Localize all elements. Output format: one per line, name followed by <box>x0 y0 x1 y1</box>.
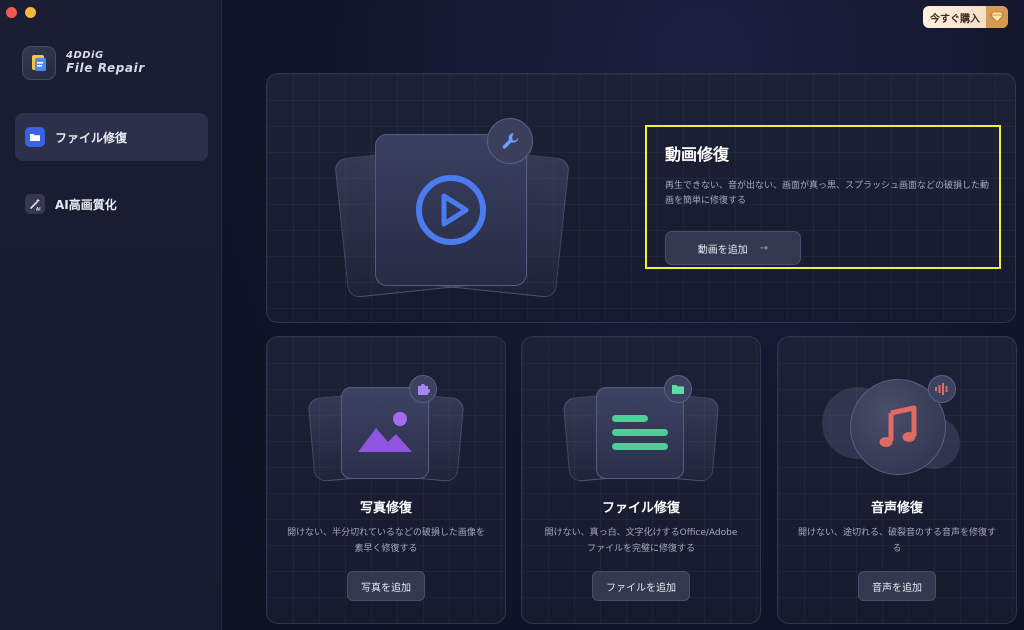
add-audio-button[interactable]: 音声を追加 <box>858 571 936 601</box>
music-note-icon <box>879 405 917 447</box>
sidebar-item-label: ファイル修復 <box>55 130 128 145</box>
photo-repair-illustration <box>307 373 465 483</box>
magic-wand-icon: AI <box>25 194 45 214</box>
folder-icon <box>25 127 45 147</box>
photo-repair-title: 写真修復 <box>359 501 412 516</box>
audio-repair-card: 音声修復 開けない、途切れる、破裂音のする音声を修復する 音声を追加 <box>777 336 1017 624</box>
photo-repair-description: 開けない、半分切れているなどの破損した画像を素早く修復する <box>287 528 485 554</box>
main-content: 今すぐ購入 動画修復 再生できない、音が出ない、画面が真っ黒、スプラッシュ画面な… <box>222 0 1024 630</box>
buy-now-label: 今すぐ購入 <box>930 13 980 25</box>
file-repair-title: ファイル修復 <box>601 501 680 516</box>
app-brand: 4DDiG File Repair <box>22 46 145 80</box>
svg-text:AI: AI <box>36 207 41 212</box>
audio-repair-illustration <box>822 373 972 483</box>
add-photo-button[interactable]: 写真を追加 <box>347 571 425 601</box>
diamond-icon <box>986 6 1008 28</box>
video-repair-card: 動画修復 再生できない、音が出ない、画面が真っ黒、スプラッシュ画面などの破損した… <box>266 73 1016 323</box>
sidebar-item-file-repair[interactable]: ファイル修復 <box>15 113 208 161</box>
folder-icon <box>664 375 692 403</box>
app-logo-icon <box>22 46 56 80</box>
app-window: 4DDiG File Repair ファイル修復 AI AI高画質化 今すぐ購入… <box>0 0 1024 630</box>
sidebar: 4DDiG File Repair ファイル修復 AI AI高画質化 <box>0 0 222 630</box>
product-name: File Repair <box>66 60 145 75</box>
document-icon <box>612 415 668 450</box>
sidebar-item-ai-enhance[interactable]: AI AI高画質化 <box>15 180 208 228</box>
close-window-button[interactable] <box>6 7 17 18</box>
play-icon <box>416 175 486 245</box>
audio-repair-title: 音声修復 <box>870 501 923 516</box>
photo-repair-card: 写真修復 開けない、半分切れているなどの破損した画像を素早く修復する 写真を追加 <box>266 336 506 624</box>
add-video-button[interactable]: 動画を追加 → <box>665 231 801 265</box>
file-repair-illustration <box>562 373 720 483</box>
minimize-window-button[interactable] <box>25 7 36 18</box>
sidebar-item-label: AI高画質化 <box>55 197 117 212</box>
wrench-icon <box>487 118 533 164</box>
buy-now-button[interactable]: 今すぐ購入 <box>923 6 1008 28</box>
window-controls <box>6 7 36 18</box>
file-repair-card: ファイル修復 開けない、真っ白、文字化けするOffice/Adobeファイルを完… <box>521 336 761 624</box>
image-icon <box>358 412 412 452</box>
add-file-button[interactable]: ファイルを追加 <box>592 571 690 601</box>
video-repair-description: 再生できない、音が出ない、画面が真っ黒、スプラッシュ画面などの破損した動画を簡単… <box>665 181 990 206</box>
file-repair-description: 開けない、真っ白、文字化けするOffice/Adobeファイルを完璧に修復する <box>544 528 738 554</box>
audio-wave-icon <box>928 375 956 403</box>
video-repair-title: 動画修復 <box>665 145 730 164</box>
video-repair-illustration <box>334 112 570 302</box>
arrow-right-icon: → <box>759 242 769 254</box>
add-video-label: 動画を追加 <box>697 244 748 256</box>
video-repair-panel: 動画修復 再生できない、音が出ない、画面が真っ黒、スプラッシュ画面などの破損した… <box>645 125 1001 269</box>
audio-repair-description: 開けない、途切れる、破裂音のする音声を修復する <box>798 528 997 554</box>
puzzle-icon <box>409 375 437 403</box>
